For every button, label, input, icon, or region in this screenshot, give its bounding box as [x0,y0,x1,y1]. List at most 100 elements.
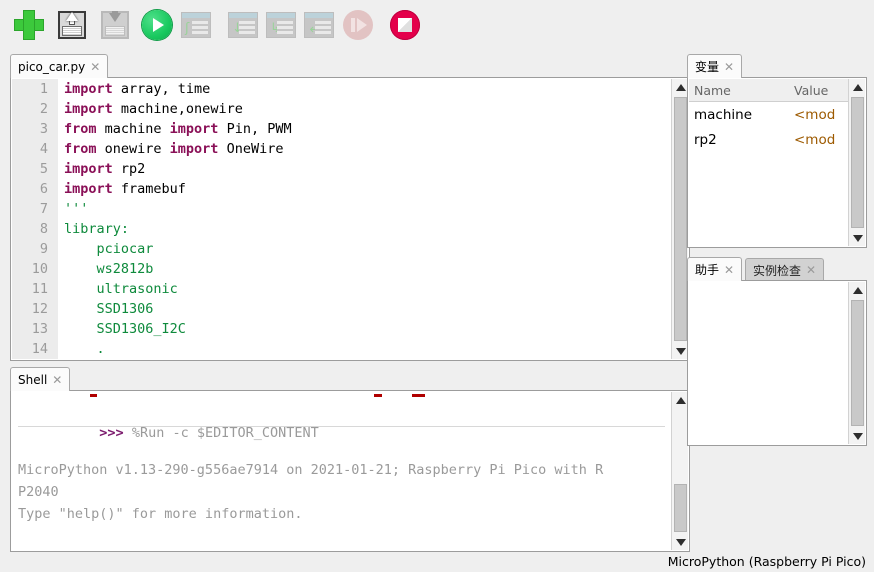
line-number: 4 [12,139,48,159]
debug-list-icon: ʃ [181,12,211,38]
new-file-button[interactable] [10,6,48,44]
code-area[interactable]: 1import array, time2import machine,onewi… [12,79,671,359]
code-text: SSD1306 [64,299,153,319]
table-row[interactable]: machine <mod [689,102,848,127]
scroll-up-icon[interactable] [849,282,866,298]
scroll-down-icon[interactable] [849,428,866,444]
assistant-panel: 助手 ✕ 实例检查 ✕ [687,256,867,446]
variables-scroll-thumb[interactable] [851,97,864,228]
code-line[interactable]: 14 . [12,339,671,359]
shell-output-line: P2040 [12,481,671,503]
debug-button: ʃ [177,6,215,44]
step-over-icon: ↓ [228,12,258,38]
assistant-scroll-thumb[interactable] [851,300,864,426]
tab-object-inspector[interactable]: 实例检查 ✕ [745,258,824,281]
line-number: 6 [12,179,48,199]
shell-output-area[interactable]: >>> %Run -c $EDITOR_CONTENT MicroPython … [12,392,671,550]
line-number: 7 [12,199,48,219]
code-line[interactable]: 4from onewire import OneWire [12,139,671,159]
shell-output-line: Type "help()" for more information. [12,503,671,525]
code-line[interactable]: 11 ultrasonic [12,279,671,299]
code-lines[interactable]: 1import array, time2import machine,onewi… [12,79,671,359]
code-line[interactable]: 3 from machine import Pin, PWM [12,119,671,139]
shell-scrollbar[interactable] [671,392,688,550]
close-icon[interactable]: ✕ [724,61,734,73]
variables-table[interactable]: Name Value machine <mod rp2 <mod [689,79,848,246]
editor-panel: pico_car.py ✕ 1import array, time2import… [10,53,690,361]
interpreter-status-label[interactable]: MicroPython (Raspberry Pi Pico) [668,554,866,569]
variables-table-header: Name Value [689,79,848,102]
load-button [96,6,134,44]
column-header-value[interactable]: Value [794,83,848,98]
variables-tabbar: 变量 ✕ [687,53,867,78]
shell-command-line: >>> %Run -c $EDITOR_CONTENT [12,400,671,422]
scroll-down-icon[interactable] [849,230,866,246]
variable-value: <mod [794,132,848,148]
tab-variables[interactable]: 变量 ✕ [687,54,742,78]
shell-command-text: %Run -c $EDITOR_CONTENT [132,425,319,441]
editor-tabbar: pico_car.py ✕ [10,53,690,78]
variables-tab-label: 变量 [695,58,719,75]
variables-panel: 变量 ✕ Name Value machine <mod rp2 <mod [687,53,867,248]
code-text: from machine import Pin, PWM [64,119,292,139]
resume-button [339,6,377,44]
save-button[interactable] [53,6,91,44]
shell-scroll-thumb[interactable] [674,484,687,532]
line-number: 5 [12,159,48,179]
editor-scroll-thumb[interactable] [674,97,687,341]
close-icon[interactable]: ✕ [806,264,816,276]
assistant-scrollbar[interactable] [848,282,865,444]
shell-tab[interactable]: Shell ✕ [10,367,70,391]
editor-body: 1import array, time2import machine,onewi… [10,77,690,361]
line-number: 12 [12,299,48,319]
floppy-up-icon [58,11,86,39]
assistant-content[interactable] [689,282,848,444]
code-text: ultrasonic [64,279,178,299]
line-number: 13 [12,319,48,339]
line-number: 3 [12,119,48,139]
shell-panel: Shell ✕ >>> %Run -c $EDITOR_CONTENT Micr… [10,366,690,552]
stop-circle-icon [390,10,420,40]
object-inspector-tab-label: 实例检查 [753,262,801,279]
shell-body: >>> %Run -c $EDITOR_CONTENT MicroPython … [10,390,690,552]
line-number: 14 [12,339,48,359]
line-number: 9 [12,239,48,259]
scroll-down-icon[interactable] [672,534,689,550]
column-header-name[interactable]: Name [689,83,794,98]
code-line[interactable]: 12 SSD1306 [12,299,671,319]
shell-tab-label: Shell [18,373,47,387]
close-icon[interactable]: ✕ [52,374,62,386]
scroll-up-icon[interactable] [849,79,866,95]
step-into-icon: ↳ [266,12,296,38]
plus-icon [14,10,44,40]
main-toolbar: ʃ ↓ ↳ ↲ [0,0,874,50]
assistant-tabbar: 助手 ✕ 实例检查 ✕ [687,256,867,281]
code-line[interactable]: 8library: [12,219,671,239]
code-line[interactable]: 6import framebuf [12,179,671,199]
shell-final-prompt-line[interactable]: >>> [12,525,671,547]
tab-assistant[interactable]: 助手 ✕ [687,257,742,281]
code-line[interactable]: 5 import rp2 [12,159,671,179]
code-line[interactable]: 13 SSD1306_I2C [12,319,671,339]
shell-tabbar: Shell ✕ [10,366,690,391]
code-line[interactable]: 9 pciocar [12,239,671,259]
run-button[interactable] [138,6,176,44]
line-number: 1 [12,79,48,99]
variables-scrollbar[interactable] [848,79,865,246]
variable-name: rp2 [689,132,794,148]
editor-scrollbar[interactable] [671,79,688,359]
variable-value: <mod [794,107,848,123]
code-line[interactable]: 1import array, time [12,79,671,99]
stop-button[interactable] [386,6,424,44]
step-out-button: ↲ [300,6,338,44]
table-row[interactable]: rp2 <mod [689,127,848,152]
close-icon[interactable]: ✕ [724,264,734,276]
code-line[interactable]: 2import machine,onewire [12,99,671,119]
code-text: import rp2 [64,159,145,179]
code-line[interactable]: 10 ws2812b [12,259,671,279]
close-icon[interactable]: ✕ [90,61,100,73]
step-over-button: ↓ [224,6,262,44]
floppy-down-icon [101,11,129,39]
code-line[interactable]: 7''' [12,199,671,219]
editor-tab-pico-car[interactable]: pico_car.py ✕ [10,54,108,78]
